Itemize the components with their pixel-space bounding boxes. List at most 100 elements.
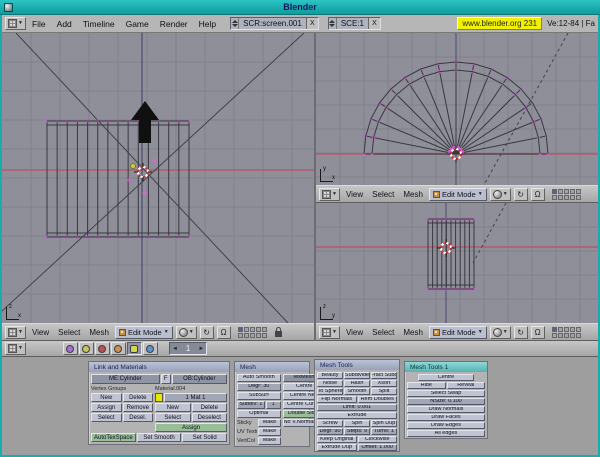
- draw-edges-button[interactable]: Draw Edges: [407, 422, 485, 429]
- editing-context-button[interactable]: [127, 342, 142, 355]
- subsurf-button[interactable]: SubSurf: [237, 392, 281, 400]
- menu-render[interactable]: Render: [155, 19, 193, 29]
- rotate-view-button[interactable]: ↻: [200, 326, 214, 339]
- spin-dup-button[interactable]: Spin Dup: [371, 420, 397, 427]
- draw-normals-button[interactable]: Draw Normals: [407, 406, 485, 413]
- mode-dropdown[interactable]: Edit Mode ▼: [115, 326, 173, 339]
- object-name-field[interactable]: OB:Cylinder: [172, 374, 227, 384]
- draw-mode-button[interactable]: ▼: [176, 326, 197, 339]
- window-type-button[interactable]: ▼: [319, 188, 340, 201]
- vgroup-delete-button[interactable]: Delete: [123, 393, 154, 402]
- fake-user-button[interactable]: F: [161, 374, 171, 384]
- panel-header[interactable]: Link and Materials: [89, 362, 229, 372]
- screen-selector[interactable]: SCR:screen.001 X: [230, 17, 319, 30]
- vgroup-remove-button[interactable]: Remove: [123, 403, 154, 412]
- screw-button[interactable]: Screw: [317, 420, 343, 427]
- material-new-button[interactable]: New: [155, 403, 191, 412]
- version-button[interactable]: www.blender.org 231: [457, 17, 542, 30]
- layer-buttons[interactable]: [552, 189, 581, 200]
- xsort-button[interactable]: Xsort: [371, 380, 397, 387]
- window-type-button[interactable]: ▼: [5, 17, 26, 30]
- turns-field[interactable]: Turns: 1: [371, 428, 397, 435]
- layer-buttons[interactable]: [552, 327, 581, 338]
- shading-context-button[interactable]: [95, 342, 110, 355]
- sticky-make-button[interactable]: Make: [258, 419, 280, 427]
- fract-subd-button[interactable]: Fract Subd: [371, 372, 397, 379]
- limit-field[interactable]: Limit: 0.001: [317, 404, 397, 411]
- mode-dropdown[interactable]: Edit Mode ▼: [429, 188, 487, 201]
- browse-screens-icon[interactable]: [231, 18, 239, 29]
- frame-stepper[interactable]: ◄ 1 ►: [169, 342, 207, 355]
- frame-prev-icon[interactable]: ◄: [170, 346, 180, 352]
- menu-file[interactable]: File: [27, 19, 51, 29]
- pivot-button[interactable]: Ω: [531, 188, 545, 201]
- vgroup-select-button[interactable]: Select: [91, 413, 122, 422]
- subdivide-button[interactable]: Subdivide: [344, 372, 370, 379]
- 3d-viewport-front[interactable]: z x: [2, 33, 314, 323]
- spin-button[interactable]: Spin: [344, 420, 370, 427]
- 3d-viewport-top[interactable]: y x: [316, 33, 598, 185]
- noise-button[interactable]: Noise: [317, 380, 343, 387]
- menu-view[interactable]: View: [343, 190, 366, 199]
- menu-select[interactable]: Select: [369, 190, 397, 199]
- menu-timeline[interactable]: Timeline: [78, 19, 120, 29]
- draw-mode-button[interactable]: ▼: [490, 326, 511, 339]
- steps-field[interactable]: Steps: 9: [344, 428, 370, 435]
- set-solid-button[interactable]: Set Solid: [182, 433, 227, 442]
- smooth-button[interactable]: Smooth: [344, 388, 370, 395]
- mesh-datablock-field[interactable]: ME:Cylinder: [91, 374, 160, 384]
- window-type-button[interactable]: ▼: [5, 342, 26, 355]
- material-deselect-button[interactable]: Deselect: [192, 413, 228, 422]
- menu-mesh[interactable]: Mesh: [400, 328, 426, 337]
- reveal-button[interactable]: Reveal: [447, 382, 486, 389]
- vertcol-make-button[interactable]: Make: [258, 437, 280, 445]
- menu-mesh[interactable]: Mesh: [86, 328, 112, 337]
- menu-game[interactable]: Game: [121, 19, 154, 29]
- rem-doubles-button[interactable]: Rem Doubles: [358, 396, 398, 403]
- subdiv-field[interactable]: Subdiv: 1: [237, 401, 265, 409]
- mode-dropdown[interactable]: Edit Mode ▼: [429, 326, 487, 339]
- draw-mode-button[interactable]: ▼: [490, 188, 511, 201]
- keep-original-button[interactable]: Keep Original: [317, 436, 357, 443]
- beauty-button[interactable]: Beauty: [317, 372, 343, 379]
- window-type-button[interactable]: ▼: [319, 326, 340, 339]
- material-select-button[interactable]: Select: [155, 413, 191, 422]
- 3d-viewport-side[interactable]: z y: [316, 203, 598, 323]
- vgroup-assign-button[interactable]: Assign: [91, 403, 122, 412]
- degr-field[interactable]: Degr: 90: [317, 428, 343, 435]
- split-button[interactable]: Split: [371, 388, 397, 395]
- degr-field[interactable]: Degr: 30: [237, 383, 281, 391]
- autotexspace-button[interactable]: AutoTexSpace: [91, 433, 136, 442]
- rotate-view-button[interactable]: ↻: [514, 326, 528, 339]
- window-type-button[interactable]: ▼: [5, 326, 26, 339]
- subdiv-render-field[interactable]: 1: [266, 401, 281, 409]
- hash-button[interactable]: Hash: [344, 380, 370, 387]
- nsize-field[interactable]: NSize: 0.100: [407, 398, 485, 405]
- centre-button[interactable]: Centre: [418, 374, 474, 381]
- close-screen-icon[interactable]: X: [306, 18, 318, 29]
- material-assign-button[interactable]: Assign: [155, 423, 227, 432]
- optimal-button[interactable]: Optimal: [237, 410, 281, 418]
- hide-button[interactable]: Hide: [407, 382, 446, 389]
- menu-mesh[interactable]: Mesh: [400, 190, 426, 199]
- material-delete-button[interactable]: Delete: [192, 403, 228, 412]
- uv-texture-make-button[interactable]: Make: [258, 428, 280, 436]
- lock-icon[interactable]: [275, 331, 282, 337]
- select-swap-button[interactable]: Select Swap: [407, 390, 485, 397]
- menu-view[interactable]: View: [29, 328, 52, 337]
- browse-scenes-icon[interactable]: [329, 18, 337, 29]
- layer-buttons[interactable]: [238, 327, 267, 338]
- object-context-button[interactable]: [111, 342, 126, 355]
- extrude-button[interactable]: Extrude: [317, 412, 397, 419]
- scene-context-button[interactable]: [143, 342, 158, 355]
- frame-next-icon[interactable]: ►: [196, 346, 206, 352]
- material-color-swatch[interactable]: [155, 393, 163, 402]
- extrude-dup-button[interactable]: Extrude Dup: [317, 444, 357, 451]
- set-smooth-button[interactable]: Set Smooth: [137, 433, 182, 442]
- menu-add[interactable]: Add: [52, 19, 77, 29]
- panel-header[interactable]: Mesh Tools: [315, 360, 399, 370]
- vgroup-deselect-button[interactable]: Desel.: [123, 413, 154, 422]
- material-index-field[interactable]: 1 Mat 1: [164, 393, 227, 402]
- logic-context-button[interactable]: [63, 342, 78, 355]
- to-sphere-button[interactable]: To Sphere: [317, 388, 343, 395]
